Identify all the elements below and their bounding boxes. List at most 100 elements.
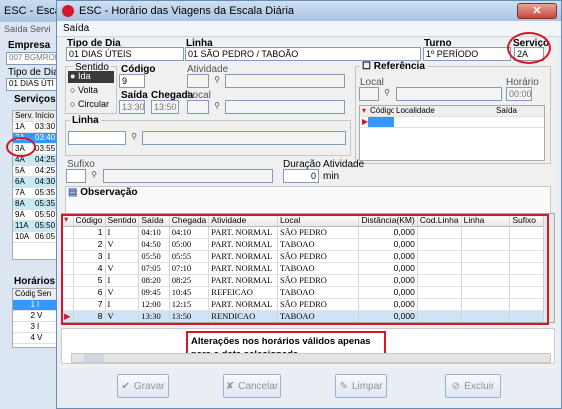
- observacao-box[interactable]: ▤ Observação: [65, 186, 551, 214]
- local-code-field[interactable]: [187, 100, 209, 114]
- main-menubar: Saída: [57, 21, 561, 37]
- bg-servicos-label: Serviços: [14, 94, 56, 105]
- radio-circular[interactable]: ○ Circular: [70, 99, 109, 109]
- horizontal-scrollbar[interactable]: [71, 353, 551, 363]
- bg-horario-codigo-cell: 2: [30, 311, 35, 320]
- bg-horarios-label: Horários: [14, 276, 56, 287]
- app-logo-icon: [62, 5, 74, 17]
- close-button[interactable]: ✕: [517, 3, 557, 19]
- bg-servico-cell: 11A: [15, 221, 29, 230]
- codigo-field[interactable]: 9: [119, 74, 145, 88]
- bg-servico-row[interactable]: 8A 05:35: [13, 199, 57, 210]
- bg-servico-cell: 1A: [15, 122, 25, 131]
- bg-horario-row[interactable]: 1I: [13, 300, 57, 311]
- linha-group: Linha ⚲: [65, 115, 351, 156]
- bg-inicio-col: Início: [35, 111, 55, 120]
- gravar-button[interactable]: ✔ Gravar: [117, 374, 169, 398]
- bg-inicio-cell: 04:30: [35, 177, 56, 186]
- bg-inicio-cell: 06:05: [35, 232, 56, 241]
- ref-row-pointer-icon: ▶: [362, 117, 368, 126]
- bg-title: ESC - Esca: [4, 5, 61, 17]
- bg-servico-row[interactable]: 11A 05:50: [13, 221, 57, 232]
- bg-horario-row[interactable]: 3I: [13, 322, 57, 333]
- gravar-label: Gravar: [133, 380, 165, 392]
- bg-horario-sentido-cell: V: [37, 311, 43, 320]
- bg-horario-sentido-cell: I: [37, 300, 40, 309]
- observacao-label: ▤ Observação: [68, 187, 138, 198]
- bg-servico-cell: 6A: [15, 177, 25, 186]
- bg-horarios-list[interactable]: CódigoSen 1I2V3I4V: [12, 288, 58, 348]
- bg-inicio-cell: 04:25: [35, 166, 56, 175]
- chegada-field[interactable]: 13:50: [151, 100, 179, 114]
- referencia-label: ☐ Referência: [360, 61, 427, 72]
- ref-horario-field[interactable]: 00:00: [506, 87, 532, 101]
- linha-field[interactable]: 01 SÃO PEDRO / TABOÃO: [185, 47, 421, 61]
- bg-servico-row[interactable]: 9A 05:50: [13, 210, 57, 221]
- bg-servico-row[interactable]: 1A 03:30: [13, 122, 57, 133]
- radio-ida[interactable]: ● Ida: [68, 71, 114, 83]
- ref-row-cell[interactable]: [368, 117, 394, 127]
- excluir-button[interactable]: ⊘ Excluir: [445, 374, 501, 398]
- bg-inicio-cell: 03:55: [35, 144, 56, 153]
- bg-inicio-cell: 05:50: [35, 210, 56, 219]
- saida-field[interactable]: 13:30: [119, 100, 145, 114]
- ref-col-codigo: Código: [370, 106, 394, 115]
- radio-volta[interactable]: ○ Volta: [70, 85, 98, 95]
- referencia-group: ☐ Referência Local ⚲ Horário 00:00 ▾ Códi…: [355, 61, 551, 164]
- linha2-code-field[interactable]: [68, 131, 126, 145]
- grid-highlight-box: [61, 214, 549, 325]
- bg-servico-row[interactable]: 6A 04:30: [13, 177, 57, 188]
- bg-servico-cell: 8A: [15, 199, 25, 208]
- observacao-icon: ▤: [68, 187, 78, 198]
- limpar-icon: ✎: [339, 380, 348, 392]
- bg-servico-row[interactable]: 5A 04:25: [13, 166, 57, 177]
- ref-local-lookup-icon[interactable]: ⚲: [381, 87, 393, 100]
- bg-servicos-list[interactable]: Serv. Início 1A 03:30 2A 03:40 3A 03:55 4A 04:25…: [12, 110, 58, 260]
- atividade-code-field[interactable]: [187, 74, 209, 88]
- sufixo-lookup-icon[interactable]: ⚲: [88, 169, 100, 182]
- sufixo-code-field[interactable]: [66, 169, 86, 183]
- atividade-lookup-icon[interactable]: ⚲: [211, 74, 223, 87]
- ref-grid-marker-icon: ▾: [362, 106, 367, 115]
- ref-col-localidade: Localidade: [396, 106, 435, 115]
- local-lookup-icon[interactable]: ⚲: [211, 100, 223, 113]
- ref-local-code[interactable]: [359, 87, 379, 101]
- excluir-icon: ⊘: [451, 380, 461, 392]
- bg-highlight-circle: [6, 137, 36, 157]
- ref-grid[interactable]: ▾ Código Localidade Saída ▶: [359, 105, 545, 161]
- bg-servico-cell: 9A: [15, 210, 25, 219]
- hscroll-thumb[interactable]: [84, 354, 104, 362]
- bg-horario-codigo-cell: 3: [30, 322, 35, 331]
- servico-highlight-circle: [507, 32, 551, 64]
- ref-grid-row[interactable]: ▶: [360, 117, 544, 128]
- main-titlebar: ESC - Horário das Viagens da Escala Diár…: [57, 1, 561, 21]
- limpar-button[interactable]: ✎ Limpar: [335, 374, 387, 398]
- bg-servico-row[interactable]: 10A 06:05: [13, 232, 57, 243]
- bg-hor-sen-col: Sen: [37, 289, 52, 298]
- duracao-field[interactable]: 0: [283, 169, 319, 183]
- bg-servico-cell: 10A: [15, 232, 30, 241]
- bg-servico-row[interactable]: 7A 05:35: [13, 188, 57, 199]
- bg-inicio-cell: 05:35: [35, 199, 56, 208]
- bg-inicio-cell: 03:40: [35, 133, 56, 142]
- bg-horario-row[interactable]: 4V: [13, 333, 57, 344]
- turno-field[interactable]: 1º PERÍODO: [423, 47, 511, 61]
- menu-saida[interactable]: Saída: [63, 23, 89, 34]
- duracao-unit: min: [323, 171, 340, 182]
- bg-empresa-label: Empresa: [8, 40, 51, 51]
- radio-volta-label: Volta: [77, 85, 98, 95]
- cancelar-button[interactable]: ✘ Cancelar: [223, 374, 281, 398]
- linha2-desc-field: [142, 131, 346, 145]
- bg-tipo-dia-label: Tipo de Dia: [8, 67, 59, 78]
- local-desc-field: [225, 100, 345, 114]
- atividade-desc-field: [225, 74, 345, 88]
- cancelar-label: Cancelar: [238, 380, 279, 392]
- radio-circular-label: Circular: [77, 99, 109, 109]
- bg-inicio-cell: 05:50: [35, 221, 56, 230]
- tipo-dia-field[interactable]: 01 DIAS ÚTEIS: [66, 47, 184, 61]
- linha2-lookup-icon[interactable]: ⚲: [128, 131, 140, 144]
- bg-hor-codigo-col: Código: [15, 289, 35, 298]
- bg-horario-row[interactable]: 2V: [13, 311, 57, 322]
- excluir-label: Excluir: [464, 380, 495, 392]
- bg-horario-sentido-cell: V: [37, 333, 43, 342]
